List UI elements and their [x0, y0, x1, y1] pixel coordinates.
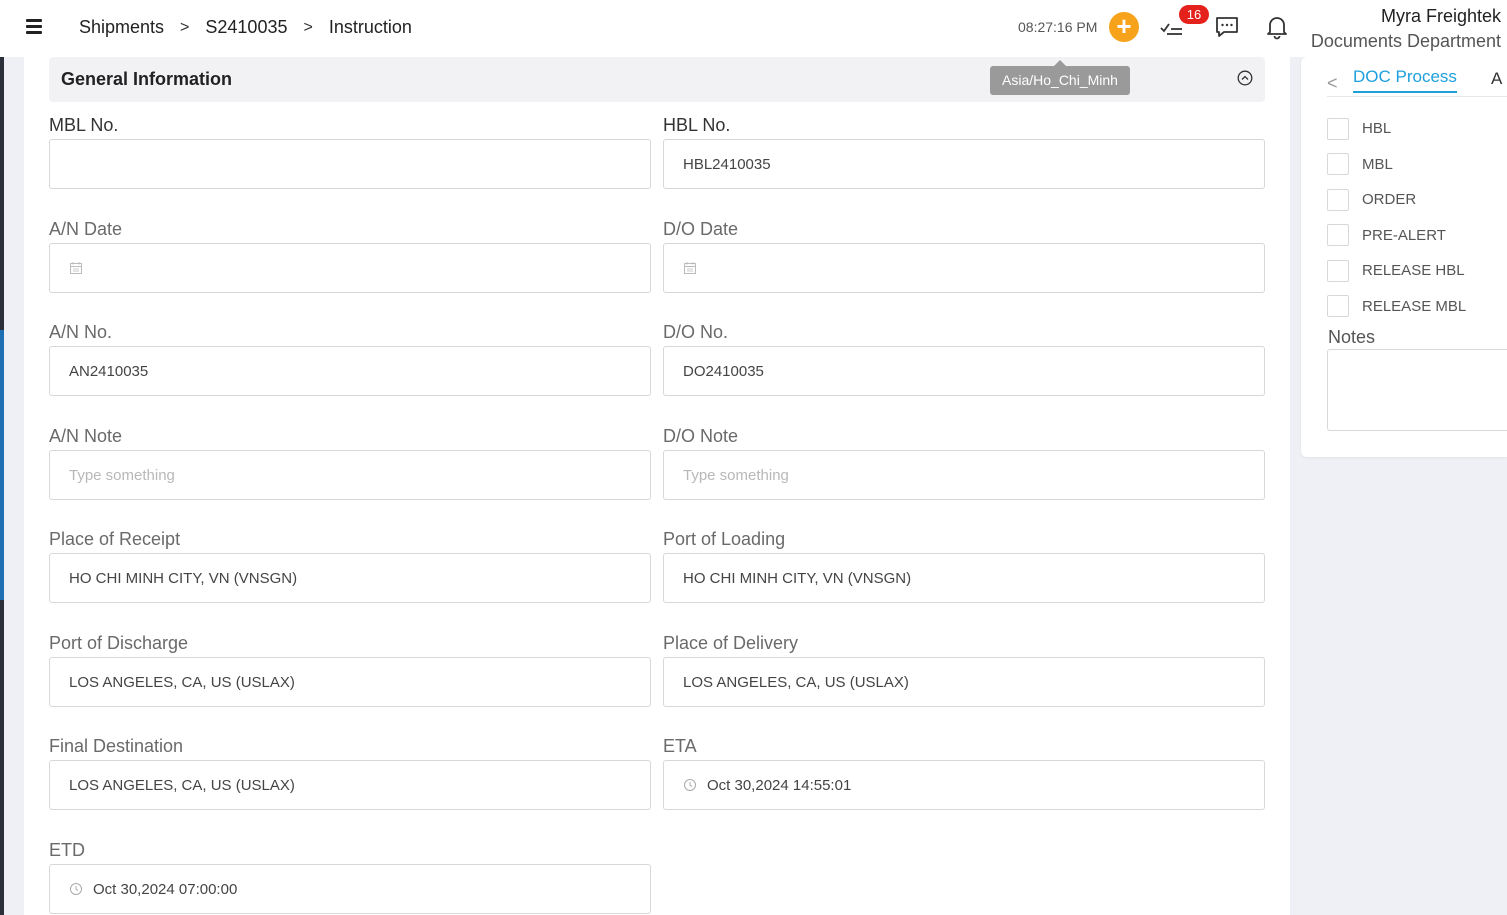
collapse-icon[interactable]: [1237, 70, 1253, 86]
breadcrumb-separator: >: [180, 18, 190, 36]
breadcrumb-shipment-id[interactable]: S2410035: [205, 17, 287, 38]
section-title: General Information: [61, 69, 233, 89]
doc-item-order[interactable]: ORDER: [1327, 182, 1466, 218]
doc-checklist: HBL MBL ORDER PRE-ALERT RELEASE HBL RELE…: [1327, 111, 1466, 324]
place-of-receipt-input[interactable]: HO CHI MINH CITY, VN (VNSGN): [49, 553, 651, 603]
timezone-tooltip: Asia/Ho_Chi_Minh: [990, 60, 1130, 95]
doc-item-label: RELEASE MBL: [1362, 297, 1467, 315]
eta-label: ETA: [663, 736, 697, 756]
an-note-field: A/N Note Type something: [49, 426, 651, 500]
doc-item-hbl[interactable]: HBL: [1327, 111, 1466, 147]
an-date-field: A/N Date: [49, 219, 651, 293]
place-of-receipt-label: Place of Receipt: [49, 529, 181, 549]
calendar-icon: [70, 262, 82, 274]
port-of-loading-label: Port of Loading: [663, 529, 786, 549]
etd-label: ETD: [49, 840, 85, 860]
do-note-field: D/O Note Type something: [663, 426, 1265, 500]
left-edge-highlight: [0, 330, 4, 600]
hbl-no-input[interactable]: HBL2410035: [663, 139, 1265, 189]
hbl-no-label: HBL No.: [663, 115, 731, 135]
top-header: Shipments > S2410035 > Instruction 08:27…: [0, 0, 1507, 57]
final-destination-input[interactable]: LOS ANGELES, CA, US (USLAX): [49, 760, 651, 810]
mbl-no-field: MBL No.: [49, 115, 651, 189]
do-date-field: D/O Date: [663, 219, 1265, 293]
checkbox[interactable]: [1327, 188, 1349, 211]
eta-input[interactable]: Oct 30,2024 14:55:01: [663, 760, 1265, 810]
do-no-field: D/O No. DO2410035: [663, 322, 1265, 396]
an-no-label: A/N No.: [49, 322, 113, 342]
doc-item-label: RELEASE HBL: [1362, 262, 1465, 280]
menu-icon[interactable]: [26, 19, 42, 35]
do-no-label: D/O No.: [663, 322, 729, 342]
do-note-label: D/O Note: [663, 426, 739, 446]
an-no-field: A/N No. AN2410035: [49, 322, 651, 396]
port-of-discharge-label: Port of Discharge: [49, 633, 189, 653]
place-of-delivery-field: Place of Delivery LOS ANGELES, CA, US (U…: [663, 633, 1265, 707]
do-date-label: D/O Date: [663, 219, 739, 239]
eta-value: Oct 30,2024 14:55:01: [707, 776, 852, 794]
final-destination-label: Final Destination: [49, 736, 184, 756]
user-department: Documents Department: [1310, 31, 1501, 51]
an-note-input[interactable]: Type something: [49, 450, 651, 500]
checkbox[interactable]: [1327, 224, 1349, 247]
port-of-loading-field: Port of Loading HO CHI MINH CITY, VN (VN…: [663, 529, 1265, 603]
port-of-discharge-field: Port of Discharge LOS ANGELES, CA, US (U…: [49, 633, 651, 707]
place-of-receipt-field: Place of Receipt HO CHI MINH CITY, VN (V…: [49, 529, 651, 603]
place-of-delivery-label: Place of Delivery: [663, 633, 799, 653]
checkbox[interactable]: [1327, 295, 1349, 318]
doc-item-release-hbl[interactable]: RELEASE HBL: [1327, 253, 1466, 289]
clock-icon: [684, 779, 696, 791]
etd-input[interactable]: Oct 30,2024 07:00:00: [49, 864, 651, 914]
doc-item-release-mbl[interactable]: RELEASE MBL: [1327, 289, 1466, 325]
port-of-discharge-input[interactable]: LOS ANGELES, CA, US (USLAX): [49, 657, 651, 707]
clock-icon: [70, 883, 82, 895]
bell-icon[interactable]: [1264, 14, 1290, 40]
add-button[interactable]: +: [1109, 12, 1139, 42]
notes-textarea[interactable]: [1327, 349, 1507, 431]
do-note-input[interactable]: Type something: [663, 450, 1265, 500]
task-count-badge: 16: [1179, 5, 1209, 24]
an-note-label: A/N Note: [49, 426, 123, 446]
breadcrumb: Shipments > S2410035 > Instruction: [79, 17, 412, 38]
clock-display[interactable]: 08:27:16 PM: [1018, 19, 1097, 35]
user-name[interactable]: Myra Freightek: [1381, 6, 1501, 27]
mbl-no-input[interactable]: [49, 139, 651, 189]
an-no-input[interactable]: AN2410035: [49, 346, 651, 396]
an-date-label: A/N Date: [49, 219, 123, 239]
doc-item-mbl[interactable]: MBL: [1327, 147, 1466, 183]
etd-field: ETD Oct 30,2024 07:00:00: [49, 840, 651, 914]
mbl-no-label: MBL No.: [49, 115, 119, 135]
do-date-input[interactable]: [663, 243, 1265, 293]
tab-next-partial[interactable]: A: [1491, 69, 1502, 89]
breadcrumb-separator: >: [303, 18, 313, 36]
doc-item-label: HBL: [1362, 120, 1392, 138]
doc-item-pre-alert[interactable]: PRE-ALERT: [1327, 218, 1466, 254]
breadcrumb-shipments[interactable]: Shipments: [79, 17, 164, 38]
checkbox[interactable]: [1327, 259, 1349, 282]
left-edge-strip: [0, 0, 4, 915]
place-of-delivery-input[interactable]: LOS ANGELES, CA, US (USLAX): [663, 657, 1265, 707]
doc-item-label: MBL: [1362, 155, 1393, 173]
breadcrumb-instruction: Instruction: [328, 17, 412, 37]
checkbox[interactable]: [1327, 117, 1349, 140]
an-date-input[interactable]: [49, 243, 651, 293]
general-information-card: General Information MBL No. HBL No. HBL2…: [24, 57, 1290, 915]
tab-scroll-left-icon[interactable]: <: [1327, 73, 1338, 94]
eta-field: ETA Oct 30,2024 14:55:01: [663, 736, 1265, 810]
etd-value: Oct 30,2024 07:00:00: [93, 880, 238, 898]
chat-icon[interactable]: [1214, 14, 1240, 40]
port-of-loading-input[interactable]: HO CHI MINH CITY, VN (VNSGN): [663, 553, 1265, 603]
doc-process-panel: < DOC Process A HBL MBL ORDER PRE-ALERT …: [1301, 57, 1507, 457]
final-destination-field: Final Destination LOS ANGELES, CA, US (U…: [49, 736, 651, 810]
do-no-input[interactable]: DO2410035: [663, 346, 1265, 396]
calendar-icon: [684, 262, 696, 274]
checkbox[interactable]: [1327, 153, 1349, 176]
tab-doc-process[interactable]: DOC Process: [1353, 67, 1457, 93]
doc-item-label: ORDER: [1362, 191, 1417, 209]
hbl-no-field: HBL No. HBL2410035: [663, 115, 1265, 189]
panel-tabs: < DOC Process A: [1327, 67, 1507, 97]
notes-label: Notes: [1328, 327, 1376, 347]
doc-item-label: PRE-ALERT: [1362, 226, 1446, 244]
